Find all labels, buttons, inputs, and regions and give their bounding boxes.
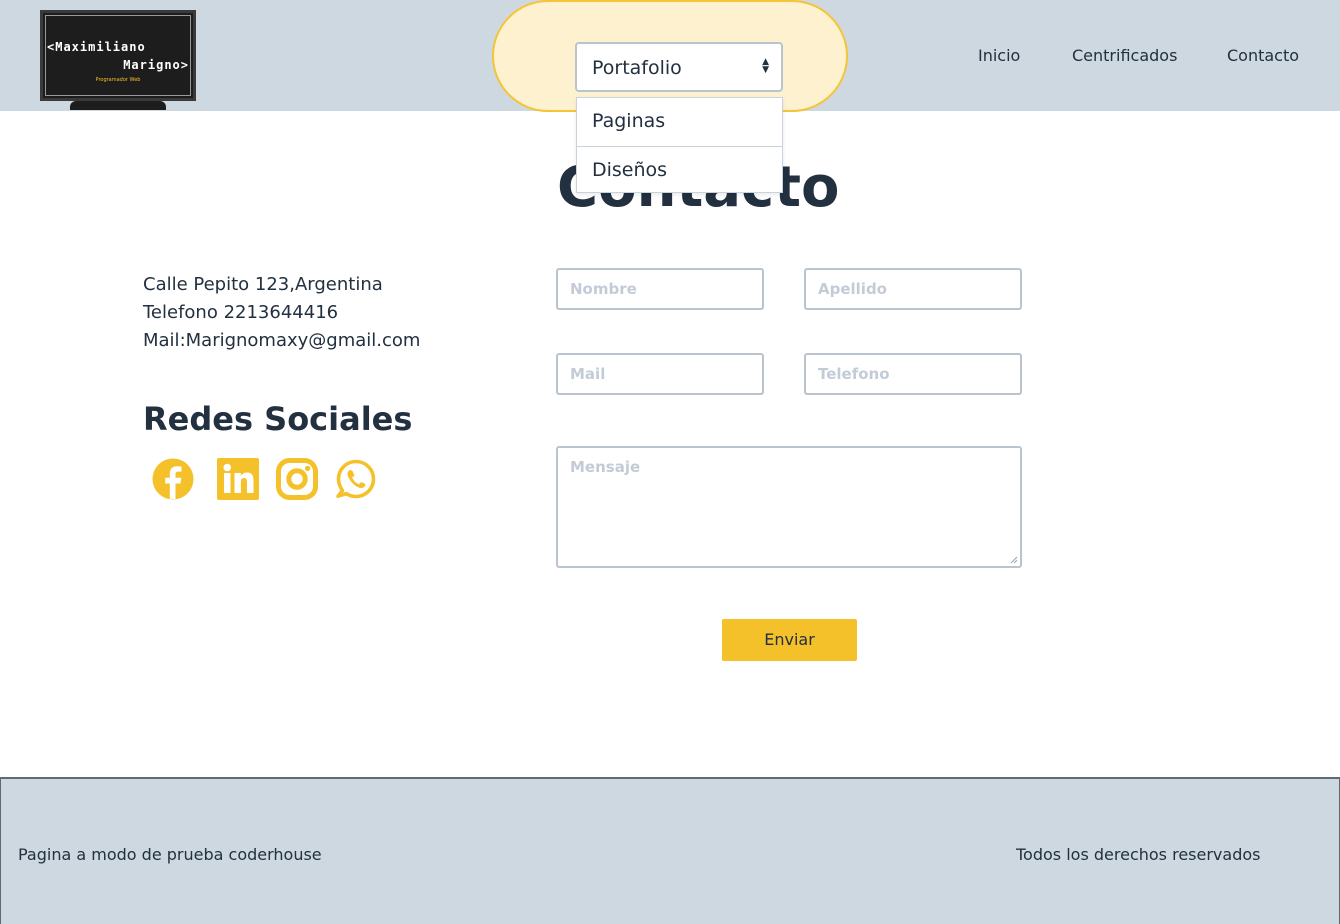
footer-left-text: Pagina a modo de prueba coderhouse (18, 845, 322, 864)
nav-centrificados[interactable]: Centrificados (1072, 46, 1177, 65)
contact-phone: Telefono 2213644416 (143, 302, 339, 323)
dropdown-option-paginas[interactable]: Paginas (577, 98, 782, 146)
logo-name-first: <Maximiliano (47, 40, 146, 54)
telefono-placeholder: Telefono (818, 365, 890, 383)
site-header: <Maximiliano Marigno> Programador Web Po… (0, 0, 1340, 112)
linkedin-icon[interactable] (216, 457, 260, 501)
resize-grip-icon[interactable] (1010, 556, 1018, 564)
portfolio-select[interactable]: Portafolio ▲ ▼ (575, 42, 783, 92)
dropdown-option-disenos[interactable]: Diseños (577, 146, 782, 194)
apellido-placeholder: Apellido (818, 280, 887, 298)
instagram-icon[interactable] (275, 457, 319, 501)
logo-monitor-stand (70, 101, 166, 110)
facebook-icon[interactable] (151, 457, 195, 501)
mail-field[interactable]: Mail (556, 353, 764, 395)
nav-contacto[interactable]: Contacto (1227, 46, 1299, 65)
footer-right-text: Todos los derechos reservados (1016, 845, 1261, 864)
nav-inicio[interactable]: Inicio (978, 46, 1020, 65)
logo[interactable]: <Maximiliano Marigno> Programador Web (40, 10, 196, 110)
nombre-placeholder: Nombre (570, 280, 637, 298)
portfolio-select-value: Portafolio (592, 57, 682, 79)
telefono-field[interactable]: Telefono (804, 353, 1022, 395)
enviar-button[interactable]: Enviar (722, 619, 857, 661)
mensaje-placeholder: Mensaje (570, 458, 641, 476)
logo-tagline: Programador Web (95, 77, 141, 83)
contact-mail: Mail:Marignomaxy@gmail.com (143, 330, 421, 351)
whatsapp-icon[interactable] (334, 457, 378, 501)
site-footer: Pagina a modo de prueba coderhouse Todos… (0, 777, 1340, 924)
logo-name-last: Marigno> (123, 58, 189, 72)
portfolio-dropdown: Paginas Diseños (576, 97, 783, 193)
select-arrows-icon: ▲ ▼ (762, 57, 769, 75)
logo-screen: <Maximiliano Marigno> Programador Web (40, 10, 196, 101)
mail-placeholder: Mail (570, 365, 606, 383)
mensaje-textarea[interactable]: Mensaje (556, 446, 1022, 568)
nombre-field[interactable]: Nombre (556, 268, 764, 310)
apellido-field[interactable]: Apellido (804, 268, 1022, 310)
contact-address: Calle Pepito 123,Argentina (143, 274, 383, 295)
social-title: Redes Sociales (143, 400, 413, 438)
